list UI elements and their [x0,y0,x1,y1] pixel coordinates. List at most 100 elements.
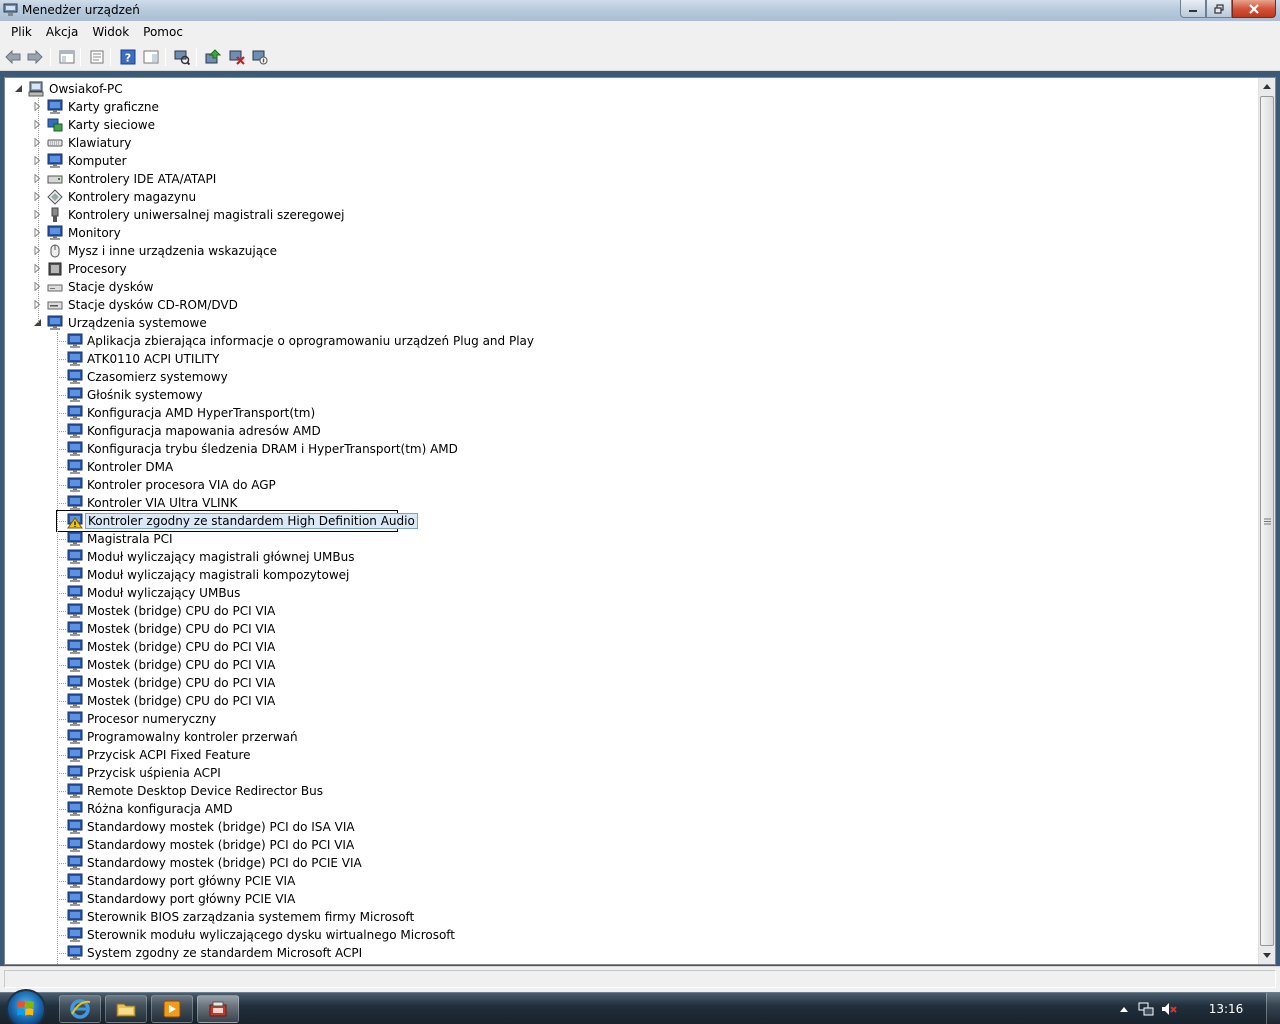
system-device-icon [67,441,83,457]
title-bar[interactable]: Menedżer urządzeń [0,0,1280,21]
menu-widok[interactable]: Widok [85,22,136,42]
tree-device-label: Kontroler procesora VIA do AGP [87,478,276,492]
tree-category[interactable]: Komputer [5,152,1245,170]
properties-button[interactable] [88,48,106,66]
show-desktop-button[interactable] [1266,993,1280,1024]
tree-category[interactable]: Procesory [5,260,1245,278]
action-pane-icon [143,50,159,64]
start-button[interactable] [6,989,46,1024]
tree-device-item[interactable]: Różna konfiguracja AMD [5,800,1245,818]
tree-device-item[interactable]: Remote Desktop Device Redirector Bus [5,782,1245,800]
tree-root[interactable]: Owsiakof-PC [5,80,1245,98]
menu-pomoc[interactable]: Pomoc [136,22,190,42]
tree-device-item[interactable]: Sterownik BIOS zarządzania systemem firm… [5,908,1245,926]
taskbar-clock[interactable]: 13:16 [1196,1002,1256,1016]
volume-tray-icon[interactable] [1161,1002,1177,1016]
tree-device-item[interactable]: Konfiguracja mapowania adresów AMD [5,422,1245,440]
tree-category[interactable]: Kontrolery magazynu [5,188,1245,206]
tree-device-item[interactable]: Czasomierz systemowy [5,368,1245,386]
tree-guide-line [57,881,66,882]
forward-button[interactable] [26,48,44,66]
tree-device-item[interactable]: Przycisk uśpienia ACPI [5,764,1245,782]
menu-plik[interactable]: Plik [4,22,39,42]
device-tree[interactable]: Owsiakof-PC Karty graficzne Karty sieciowe… [4,77,1276,965]
tree-device-item[interactable]: Mostek (bridge) CPU do PCI VIA [5,602,1245,620]
tree-category[interactable]: Karty sieciowe [5,116,1245,134]
tree-category[interactable]: Stacje dysków CD-ROM/DVD [5,296,1245,314]
tree-category[interactable]: Kontrolery IDE ATA/ATAPI [5,170,1245,188]
tree-device-item[interactable]: Procesor numeryczny [5,710,1245,728]
tree-category[interactable]: Klawiatury [5,134,1245,152]
tree-category-label: Karty sieciowe [68,118,156,132]
tree-device-item[interactable]: Aplikacja zbierająca informacje o oprogr… [5,332,1245,350]
tree-device-item[interactable]: Standardowy port główny PCIE VIA [5,890,1245,908]
tree-device-item[interactable]: ATK0110 ACPI UTILITY [5,350,1245,368]
tree-device-item[interactable]: Magistrala PCI [5,530,1245,548]
minimize-button[interactable] [1180,0,1206,18]
tree-guide-line [57,341,66,342]
disable-icon [252,50,268,65]
tree-device-item[interactable]: Moduł wyliczający magistrali głównej UMB… [5,548,1245,566]
collapse-arrow-icon[interactable] [14,84,23,93]
show-hidden-icons-button[interactable] [1116,1002,1132,1016]
maximize-button[interactable] [1206,0,1232,18]
tree-device-item[interactable]: Konfiguracja trybu śledzenia DRAM i Hype… [5,440,1245,458]
tree-device-item[interactable]: Mostek (bridge) CPU do PCI VIA [5,692,1245,710]
tree-device-item[interactable]: Kontroler procesora VIA do AGP [5,476,1245,494]
network-tray-icon[interactable] [1138,1002,1154,1016]
taskbar-media-player[interactable] [151,995,193,1023]
tree-device-item[interactable]: Standardowy mostek (bridge) PCI do PCIE … [5,854,1245,872]
tree-device-item[interactable]: Mostek (bridge) CPU do PCI VIA [5,656,1245,674]
system-device-icon [67,837,83,853]
scroll-down-button[interactable] [1259,947,1275,964]
close-button[interactable] [1232,0,1276,18]
uninstall-button[interactable] [228,48,246,66]
mouse-icon [47,243,63,259]
tree-device-item[interactable]: Standardowy port główny PCIE VIA [5,872,1245,890]
tree-category[interactable]: Mysz i inne urządzenia wskazujące [5,242,1245,260]
tree-device-item[interactable]: Moduł wyliczający UMBus [5,584,1245,602]
tree-device-item[interactable]: Głośnik systemowy [5,386,1245,404]
tree-category-label: Komputer [68,154,127,168]
scroll-up-button[interactable] [1259,78,1275,95]
tree-device-item[interactable]: Programowalny kontroler przerwań [5,728,1245,746]
menu-akcja[interactable]: Akcja [39,22,85,42]
tree-category-label: Kontrolery magazynu [68,190,197,204]
tree-category-label: Procesory [68,262,127,276]
tree-device-item[interactable]: Konfiguracja AMD HyperTransport(tm) [5,404,1245,422]
tree-guide-line [57,737,66,738]
tree-device-item[interactable]: System zgodny ze standardem Microsoft AC… [5,944,1245,962]
help-button[interactable]: ? [119,48,137,66]
action-pane-button[interactable] [142,48,160,66]
tree-device-item[interactable]: Mostek (bridge) CPU do PCI VIA [5,620,1245,638]
system-device-icon [67,387,83,403]
back-button[interactable] [4,48,22,66]
tree-category[interactable]: Monitory [5,224,1245,242]
console-tree-button[interactable] [58,48,76,66]
scan-hardware-button[interactable] [173,48,191,66]
system-device-icon [67,369,83,385]
tree-device-item-selected[interactable]: Kontroler zgodny ze standardem High Defi… [5,510,1245,532]
vertical-scrollbar[interactable] [1258,78,1275,964]
taskbar-explorer[interactable] [105,995,147,1023]
tree-device-item[interactable]: Standardowy mostek (bridge) PCI do ISA V… [5,818,1245,836]
taskbar-internet-explorer[interactable] [59,995,101,1023]
tree-device-item[interactable]: Sterownik modułu wyliczającego dysku wir… [5,926,1245,944]
update-driver-button[interactable] [204,48,222,66]
system-device-icon [67,783,83,799]
scroll-thumb[interactable] [1260,96,1274,946]
taskbar-device-manager[interactable] [197,995,239,1023]
tree-category[interactable]: Stacje dysków [5,278,1245,296]
tree-device-label: Moduł wyliczający magistrali głównej UMB… [87,550,355,564]
tree-device-item[interactable]: Przycisk ACPI Fixed Feature [5,746,1245,764]
tree-category[interactable]: Karty graficzne [5,98,1245,116]
tree-device-item[interactable]: Mostek (bridge) CPU do PCI VIA [5,638,1245,656]
tree-guide-line [57,665,66,666]
tree-device-item[interactable]: Kontroler DMA [5,458,1245,476]
tree-category[interactable]: Urządzenia systemowe [5,314,1245,332]
disable-button[interactable] [251,48,269,66]
tree-category[interactable]: Kontrolery uniwersalnej magistrali szere… [5,206,1245,224]
tree-device-item[interactable]: Mostek (bridge) CPU do PCI VIA [5,674,1245,692]
tree-device-item[interactable]: Moduł wyliczający magistrali kompozytowe… [5,566,1245,584]
tree-device-item[interactable]: Standardowy mostek (bridge) PCI do PCI V… [5,836,1245,854]
